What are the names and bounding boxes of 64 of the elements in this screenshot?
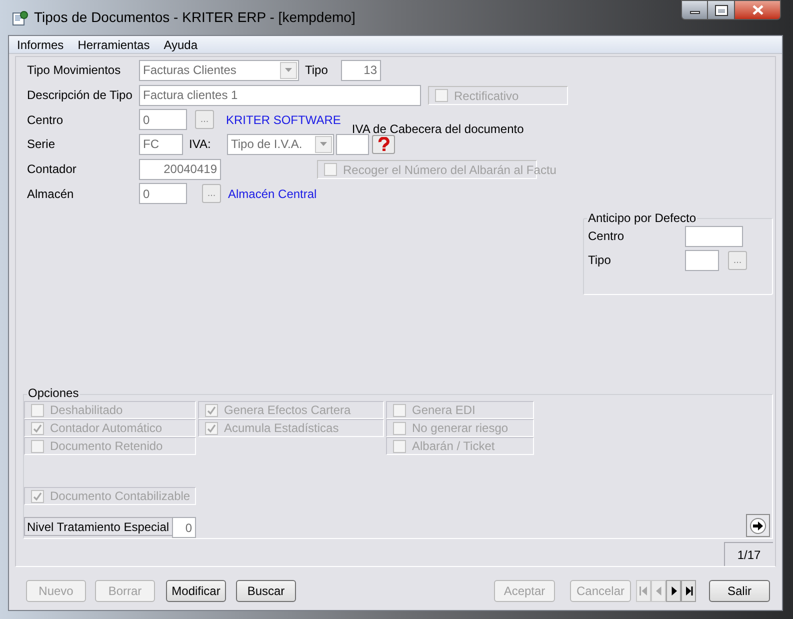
close-icon <box>752 5 764 15</box>
menu-item[interactable]: Informes <box>17 36 64 54</box>
field-label: Contador <box>27 161 78 178</box>
field-label: IVA: <box>189 136 212 154</box>
checkbox-label: Rectificativo <box>454 88 519 104</box>
maximize-button[interactable] <box>708 0 735 20</box>
browse-button[interactable]: ... <box>728 250 747 270</box>
app-icon <box>12 10 28 26</box>
field-label: Tipo <box>588 252 612 270</box>
arrow-right-icon <box>750 518 766 534</box>
menu-item[interactable]: Ayuda <box>164 36 198 54</box>
action-button[interactable]: Modificar <box>166 580 226 602</box>
checkbox-label: Contador Automático <box>50 420 162 438</box>
input-field[interactable]: 0 <box>172 517 196 538</box>
input-field[interactable]: FC <box>139 134 183 155</box>
menu-item[interactable]: Herramientas <box>78 36 150 54</box>
action-button[interactable]: Buscar <box>236 580 296 602</box>
input-field[interactable]: 13 <box>341 60 381 81</box>
almacen-name-link[interactable]: Almacén Central <box>228 184 317 203</box>
checkbox-label: Documento Contabilizable <box>50 488 190 506</box>
record-counter: 1/17 <box>724 542 773 566</box>
input-field[interactable]: 0 <box>139 183 187 204</box>
field-label: Nivel Tratamiento Especial <box>24 517 172 536</box>
checkbox-label: Documento Retenido <box>50 438 163 456</box>
browse-button[interactable]: ... <box>202 184 221 204</box>
field-label: Almacén <box>27 186 75 203</box>
caret-icon <box>285 68 292 72</box>
field-label: IVA de Cabecera del documento <box>352 120 524 138</box>
last-record-button[interactable] <box>681 580 696 602</box>
help-button[interactable] <box>372 134 395 154</box>
group-title: Anticipo por Defecto <box>587 212 698 224</box>
first-icon <box>638 584 650 598</box>
checkbox-label: No generar riesgo <box>412 420 508 438</box>
question-icon <box>376 137 390 152</box>
checkbox-label: Genera EDI <box>412 402 476 420</box>
input-field[interactable] <box>685 250 719 271</box>
next-record-button[interactable] <box>666 580 681 602</box>
action-button[interactable]: Salir <box>709 580 770 602</box>
close-button[interactable] <box>735 0 781 20</box>
field-label: Tipo <box>305 62 329 80</box>
checkbox-label: Albarán / Ticket <box>412 438 495 456</box>
check-icon <box>33 492 42 501</box>
next-page-button[interactable] <box>746 514 770 538</box>
caret-icon <box>320 142 327 146</box>
centro-name-link[interactable]: KRITER SOFTWARE <box>226 110 341 129</box>
field-label: Centro <box>27 112 64 129</box>
field-label: Centro <box>588 228 626 246</box>
input-field[interactable] <box>336 134 369 155</box>
checkbox-label: Recoger el Número del Albarán al Factu <box>343 162 556 179</box>
field-label: Serie <box>27 136 56 154</box>
window-title: Tipos de Documentos - KRITER ERP - [kempdemo] <box>34 8 356 27</box>
checkbox-label: Acumula Estadísticas <box>224 420 339 438</box>
checkbox-label: Deshabilitado <box>50 402 123 420</box>
input-field[interactable]: 0 <box>139 109 187 130</box>
input-field[interactable]: Factura clientes 1 <box>139 84 421 106</box>
field-label: Tipo Movimientos <box>27 62 122 80</box>
check-icon <box>33 424 42 433</box>
checkbox-label: Genera Efectos Cartera <box>224 402 351 420</box>
field-label: Descripción de Tipo <box>27 87 134 104</box>
browse-button[interactable]: ... <box>195 110 214 130</box>
input-field[interactable] <box>685 226 743 247</box>
input-field[interactable]: 20040419 <box>139 158 221 180</box>
group-title: Opciones <box>27 387 80 400</box>
minimize-button[interactable] <box>681 0 708 20</box>
